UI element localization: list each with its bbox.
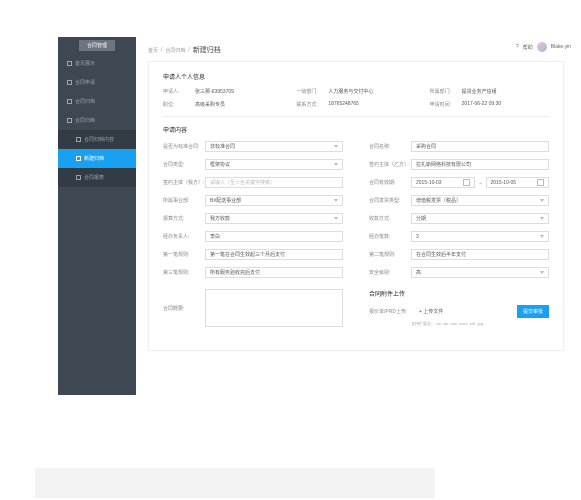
dept-own: 提货业务产信组 — [462, 88, 497, 95]
field-label: 收款方式: — [369, 215, 411, 222]
right-field-7[interactable]: 高 — [411, 267, 549, 278]
submit-button[interactable]: 提交审批 — [517, 305, 549, 318]
section-content: 申请内容 — [163, 125, 549, 134]
upload-button[interactable]: + 上传文件 — [419, 308, 443, 315]
field-label: 经办笔数: — [369, 233, 411, 240]
field-label: 经办负责人: — [163, 233, 205, 240]
apply-time: 2017-06-22 09:30 — [462, 101, 501, 108]
list-icon — [76, 137, 81, 142]
summary-textarea[interactable] — [205, 289, 343, 327]
left-field-2[interactable]: 请输入（至少含关键字搜索） — [205, 177, 343, 188]
chart-icon — [76, 175, 81, 180]
right-field-1[interactable]: 拉扎斯网络科技有限公司 — [411, 159, 549, 170]
sidebar-sub-report[interactable]: 合同报表 — [58, 168, 136, 187]
sidebar-item-apply[interactable]: 合同申请 — [58, 73, 136, 92]
left-field-6[interactable]: 第一笔在合同生效起三个月后支付 — [205, 249, 343, 260]
field-label: 报算方式: — [163, 215, 205, 222]
field-label: 所属事业部: — [163, 197, 205, 204]
breadcrumb-archive[interactable]: 合同归档 — [165, 47, 185, 54]
sidebar-header[interactable]: 合同管理 — [79, 40, 115, 51]
field-label: 第一笔规则: — [163, 251, 205, 258]
folder-icon — [67, 99, 72, 104]
right-field-5[interactable]: 3 — [411, 231, 549, 242]
field-label: 合同名称: — [369, 143, 411, 150]
applicant-name: 张三那-63953709 — [195, 88, 234, 95]
field-label: 第二笔规则: — [369, 251, 411, 258]
breadcrumb-home[interactable]: 首页 — [148, 47, 158, 54]
phone: 18765248765 — [328, 101, 359, 108]
field-label: 合同类型: — [163, 161, 205, 168]
field-label: 签约主体（我方）: — [163, 179, 205, 186]
breadcrumb-current: 新建归档 — [193, 45, 221, 55]
left-field-5[interactable]: 李白 — [205, 231, 343, 242]
sidebar-sub-content[interactable]: 合同归档内容 — [58, 130, 136, 149]
dept-l1: 人力服务与交付中心 — [328, 88, 373, 95]
sidebar: 合同管理 首页展示 合同申请 合同归档 合同归档 合同归档内容 新建归档 合同报… — [58, 37, 136, 395]
left-field-4[interactable]: 我方收款 — [205, 213, 343, 224]
field-label: 安全级别: — [369, 269, 411, 276]
right-field-4[interactable]: 分期 — [411, 213, 549, 224]
position: 高级采购专员 — [195, 101, 225, 108]
folder-icon — [67, 118, 72, 123]
breadcrumb: 首页 / 合同归档 / 新建归档 — [148, 45, 564, 55]
left-field-0[interactable]: 非标准合同 — [205, 141, 343, 152]
footer-block — [35, 468, 435, 498]
left-field-1[interactable]: 框架协议 — [205, 159, 343, 170]
upload-title: 合同附件上传 — [369, 289, 549, 298]
field-label: 签约主体（乙方）: — [369, 161, 411, 168]
left-field-7[interactable]: 所有服务验收完后支付 — [205, 267, 343, 278]
summary-label: 合同概要: — [163, 305, 205, 312]
home-icon — [67, 61, 72, 66]
upload-hint: 支持扩展名：.rar .zip .doc .docx .pdf .jpg... — [411, 321, 549, 327]
field-label: 合同有效期: — [369, 179, 411, 186]
upload-label: 报价单/PRD上传: — [369, 308, 411, 315]
sidebar-sub-new[interactable]: 新建归档 — [58, 149, 136, 168]
field-label: 是否为标准合同: — [163, 143, 205, 150]
section-applicant: 申请人个人信息 — [163, 72, 549, 81]
right-field-6[interactable]: 在合同生效后半年支付 — [411, 249, 549, 260]
doc-icon — [67, 80, 72, 85]
sidebar-item-archive2[interactable]: 合同归档 — [58, 111, 136, 130]
sidebar-item-archive[interactable]: 合同归档 — [58, 92, 136, 111]
field-label: 合同发票类型: — [369, 197, 411, 204]
date-from[interactable]: 2015-10-03 — [411, 177, 475, 188]
field-label: 第三笔规则: — [163, 269, 205, 276]
date-to[interactable]: 2015-10-05 — [486, 177, 550, 188]
left-field-3[interactable]: B#配送事业部 — [205, 195, 343, 206]
right-field-3[interactable]: 增值税发票（税品） — [411, 195, 549, 206]
right-field-0[interactable]: 采购合同 — [411, 141, 549, 152]
sidebar-item-home[interactable]: 首页展示 — [58, 54, 136, 73]
plus-icon — [76, 156, 81, 161]
